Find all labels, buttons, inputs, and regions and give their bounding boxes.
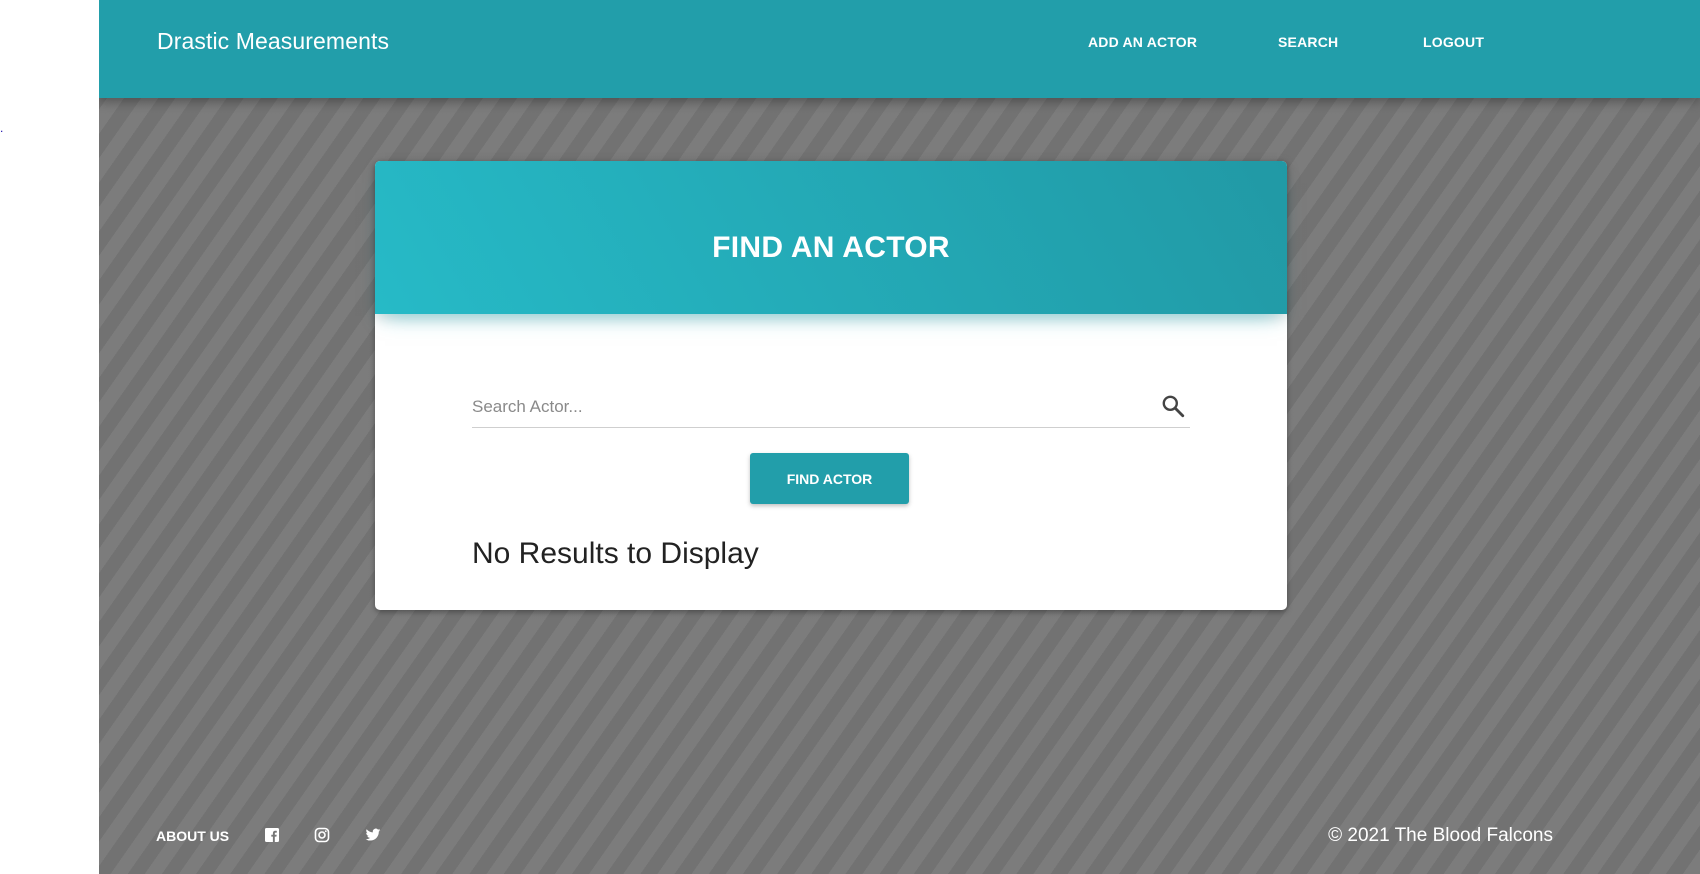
search-field [472,385,1190,428]
stray-dot: . [0,121,4,135]
card-header: FIND AN ACTOR [375,161,1287,314]
twitter-icon[interactable] [365,827,381,843]
find-actor-button[interactable]: FIND ACTOR [750,453,909,504]
search-icon[interactable] [1160,393,1186,419]
card-title: FIND AN ACTOR [712,231,950,264]
find-actor-card: FIND AN ACTOR FIND ACTOR No Results to D… [375,161,1287,610]
instagram-icon[interactable] [314,827,330,843]
nav-logout[interactable]: LOGOUT [1423,34,1484,50]
no-results-message: No Results to Display [472,537,759,570]
footer-copyright: © 2021 The Blood Falcons [1328,825,1553,846]
left-blank-strip: . [0,0,99,874]
top-navbar: Drastic Measurements ADD AN ACTOR SEARCH… [99,0,1700,98]
footer-about-us[interactable]: ABOUT US [156,828,229,844]
search-input[interactable] [472,393,1132,421]
brand-title[interactable]: Drastic Measurements [157,28,389,55]
nav-add-actor[interactable]: ADD AN ACTOR [1088,34,1197,50]
facebook-icon[interactable] [264,827,280,843]
nav-search[interactable]: SEARCH [1278,34,1338,50]
app-viewport: Drastic Measurements ADD AN ACTOR SEARCH… [99,0,1700,874]
